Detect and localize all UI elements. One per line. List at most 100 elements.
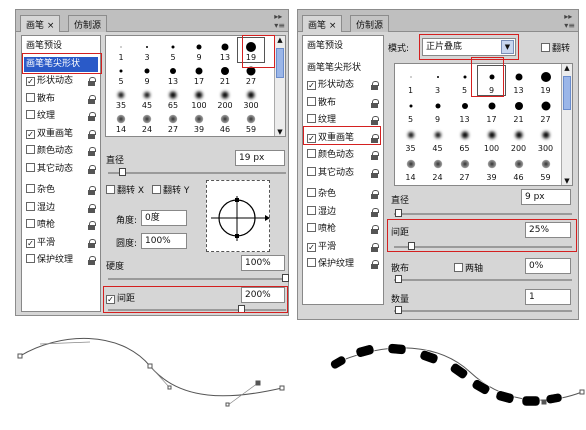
brush-preset-cell[interactable]: 13 — [451, 95, 478, 124]
count-input[interactable]: 1 — [525, 289, 571, 305]
brush-option-item[interactable]: 散布 — [305, 96, 381, 111]
brush-preset-cell[interactable]: 9 — [186, 38, 212, 62]
option-checkbox[interactable] — [307, 114, 316, 123]
flip-x-checkbox[interactable]: 翻转 X — [106, 183, 144, 196]
brush-preset-cell[interactable]: 46 — [505, 153, 532, 182]
brush-tip-shape-item[interactable]: 画笔笔尖形状 — [305, 61, 381, 76]
brush-option-item[interactable]: ✓ 形状动态 — [24, 74, 98, 89]
brush-preset-cell[interactable]: 1 — [108, 38, 134, 62]
brush-preset-cell[interactable]: 3 — [424, 66, 451, 95]
hardness-slider-knob[interactable] — [282, 274, 289, 282]
flip-checkbox[interactable]: 翻转 — [541, 41, 570, 54]
option-checkbox[interactable]: ✓ — [307, 81, 316, 90]
brush-preset-cell[interactable]: 27 — [160, 110, 186, 134]
count-slider[interactable] — [394, 310, 572, 312]
brush-preset-item[interactable]: 画笔预设 — [24, 39, 98, 54]
option-checkbox[interactable]: ✓ — [26, 129, 35, 139]
brush-preset-cell[interactable]: 200 — [505, 124, 532, 153]
brush-preset-cell[interactable]: 27 — [451, 153, 478, 182]
brush-preset-cell[interactable]: 65 — [451, 124, 478, 153]
lock-icon[interactable] — [88, 94, 96, 104]
brush-option-item[interactable]: 其它动态 — [305, 166, 381, 181]
brush-preset-item[interactable]: 画笔预设 — [305, 39, 381, 54]
brush-preset-cell[interactable]: 200 — [212, 86, 238, 110]
brush-option-item[interactable]: ✓ 双重画笔 — [24, 127, 98, 142]
lock-icon[interactable] — [371, 81, 379, 90]
brush-option-item[interactable]: 喷枪 — [24, 218, 98, 233]
lock-icon[interactable] — [371, 260, 379, 269]
option-checkbox[interactable] — [26, 184, 35, 193]
brush-preset-cell[interactable]: 39 — [186, 110, 212, 134]
lock-icon[interactable] — [371, 190, 379, 199]
brush-preset-cell[interactable]: 59 — [532, 153, 559, 182]
hardness-slider[interactable] — [108, 278, 286, 280]
brush-option-item[interactable]: 其它动态 — [24, 162, 98, 177]
tab-brush[interactable]: 画笔 × — [302, 15, 343, 32]
brush-option-item[interactable]: 杂色 — [305, 187, 381, 202]
scroll-up-icon[interactable]: ▲ — [562, 64, 572, 72]
flip-y-box[interactable] — [152, 185, 161, 194]
brush-preset-cell[interactable]: 100 — [186, 86, 212, 110]
lock-icon[interactable] — [371, 242, 379, 252]
brush-preset-cell[interactable]: 59 — [238, 110, 264, 134]
brush-preset-cell[interactable]: 21 — [212, 62, 238, 86]
diameter-slider[interactable] — [108, 172, 286, 174]
option-checkbox[interactable] — [26, 92, 35, 102]
brush-option-item[interactable]: 杂色 — [24, 183, 98, 198]
lock-icon[interactable] — [88, 164, 96, 174]
brush-preset-cell[interactable]: 14 — [397, 153, 424, 182]
scatter-slider[interactable] — [394, 279, 572, 281]
roundness-input[interactable]: 100% — [141, 233, 187, 249]
hardness-input[interactable]: 100% — [241, 255, 285, 271]
brush-preset-cell[interactable]: 19 — [532, 66, 559, 95]
flip-x-box[interactable] — [106, 185, 115, 194]
lock-icon[interactable] — [88, 238, 96, 248]
brush-option-item[interactable]: 颜色动态 — [305, 148, 381, 163]
brush-preset-cell[interactable]: 13 — [505, 66, 532, 95]
brush-preset-cell[interactable]: 300 — [238, 86, 264, 110]
option-checkbox[interactable] — [307, 205, 316, 215]
brush-preset-cell[interactable]: 24 — [134, 110, 160, 134]
brush-preset-cell[interactable]: 9 — [424, 95, 451, 124]
diameter-slider-knob[interactable] — [395, 209, 402, 217]
option-checkbox[interactable] — [26, 110, 35, 119]
lock-icon[interactable] — [88, 186, 96, 195]
option-checkbox[interactable]: ✓ — [26, 238, 35, 248]
brush-option-item[interactable]: ✓ 形状动态 — [305, 78, 381, 93]
brush-preset-cell[interactable]: 35 — [108, 86, 134, 110]
brush-preset-cell[interactable]: 45 — [424, 124, 451, 153]
brush-option-item[interactable]: ✓ 平滑 — [305, 240, 381, 255]
option-checkbox[interactable]: ✓ — [307, 242, 316, 252]
flip-y-checkbox[interactable]: 翻转 Y — [152, 183, 189, 196]
lock-icon[interactable] — [88, 129, 96, 139]
brush-preset-cell[interactable]: 100 — [478, 124, 505, 153]
scatter-input[interactable]: 0% — [525, 258, 571, 274]
brush-preset-cell[interactable]: 17 — [478, 95, 505, 124]
option-checkbox[interactable] — [26, 201, 35, 211]
count-slider-knob[interactable] — [395, 306, 402, 314]
scroll-down-icon[interactable]: ▼ — [275, 128, 285, 136]
lock-icon[interactable] — [371, 207, 379, 217]
tab-brush[interactable]: 画笔 × — [20, 15, 61, 32]
lock-icon[interactable] — [371, 116, 379, 125]
brush-preset-cell[interactable]: 9 — [134, 62, 160, 86]
scroll-down-icon[interactable]: ▼ — [562, 177, 572, 185]
diameter-slider[interactable] — [394, 213, 572, 215]
lock-icon[interactable] — [88, 221, 96, 230]
lock-icon[interactable] — [88, 77, 96, 86]
option-checkbox[interactable]: ✓ — [26, 77, 35, 86]
option-checkbox[interactable] — [307, 149, 316, 158]
brush-option-item[interactable]: 纹理 — [24, 109, 98, 124]
lock-icon[interactable] — [88, 112, 96, 121]
brush-option-item[interactable]: 保护纹理 — [24, 253, 98, 268]
panel-menu-icon[interactable]: ▸▸ ▾≡ — [274, 12, 285, 30]
brush-option-item[interactable]: 散布 — [24, 92, 98, 107]
option-checkbox[interactable] — [307, 188, 316, 197]
brush-preset-cell[interactable]: 3 — [134, 38, 160, 62]
brush-preset-cell[interactable]: 65 — [160, 86, 186, 110]
lock-icon[interactable] — [88, 203, 96, 213]
option-checkbox[interactable] — [307, 96, 316, 106]
option-checkbox[interactable] — [26, 254, 35, 263]
option-checkbox[interactable] — [307, 166, 316, 176]
brush-option-item[interactable]: 颜色动态 — [24, 144, 98, 159]
